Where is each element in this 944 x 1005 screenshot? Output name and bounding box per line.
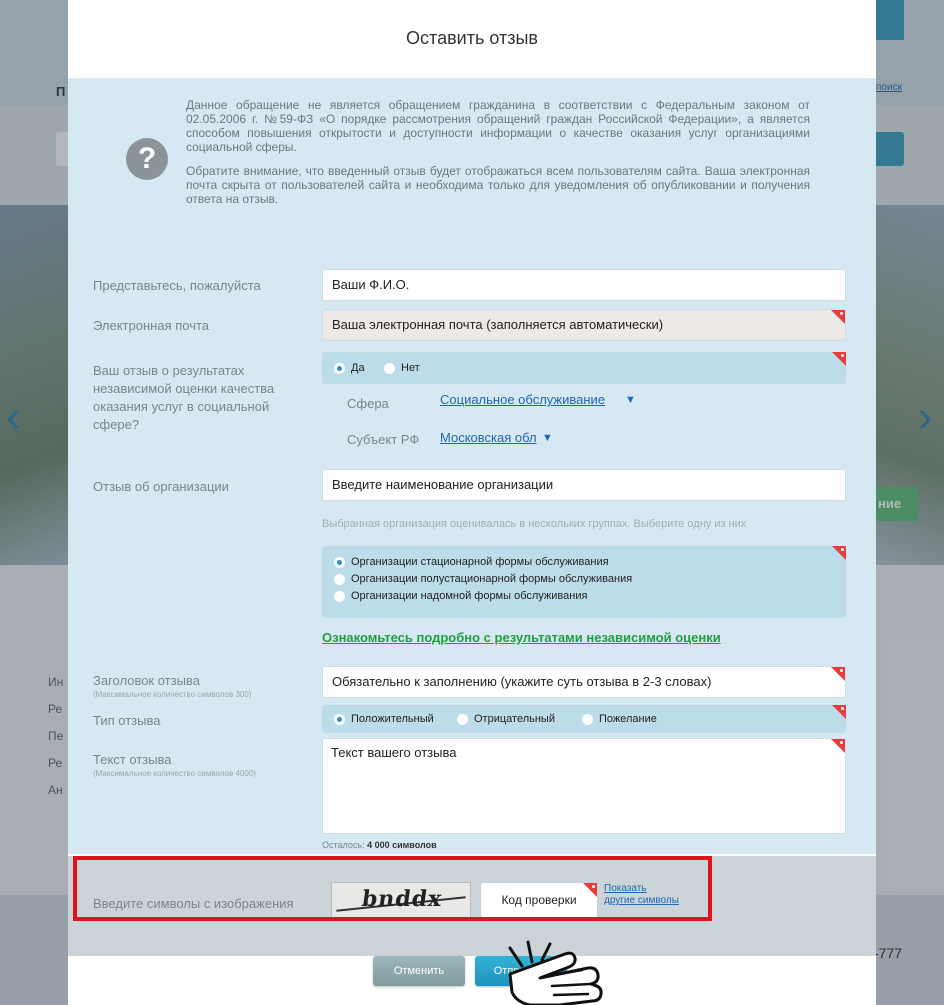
review-textarea[interactable]: Текст вашего отзыва — [322, 738, 846, 834]
radio-dot[interactable] — [334, 556, 345, 568]
type-positive[interactable]: Положительный — [334, 713, 434, 725]
group-option-label: Организации стационарной формы обслужива… — [351, 556, 609, 568]
radio-dot[interactable] — [334, 713, 345, 725]
radio-yes-label: Да — [351, 362, 365, 374]
notice-text: Данное обращение не является обращением … — [186, 98, 810, 216]
type-negative-label: Отрицательный — [474, 713, 555, 725]
question-icon: ? — [126, 138, 168, 180]
group-option-label: Организации полустационарной формы обслу… — [351, 573, 633, 585]
groups-hint: Выбранная организация оценивалась в неск… — [322, 518, 747, 530]
text-label: Текст отзыва (Максимальное количество си… — [93, 751, 256, 778]
radio-no-dot[interactable] — [384, 362, 395, 374]
subject-input[interactable]: Обязательно к заполнению (укажите суть о… — [322, 666, 846, 698]
group-option[interactable]: Организации полустационарной формы обслу… — [334, 573, 632, 585]
type-suggestion[interactable]: Пожелание — [582, 713, 657, 725]
chevron-down-icon[interactable]: ▼ — [625, 394, 636, 406]
modal-title: Оставить отзыв — [406, 28, 538, 48]
radio-no[interactable]: Нет — [384, 362, 420, 374]
notice-paragraph: Обратите внимание, что введенный отзыв б… — [186, 164, 810, 206]
required-marker-icon — [831, 667, 845, 681]
required-marker-icon — [832, 352, 846, 366]
required-marker-icon — [831, 739, 845, 753]
type-negative[interactable]: Отрицательный — [457, 713, 555, 725]
text-label-text: Текст отзыва — [93, 752, 172, 767]
subject-label-text: Заголовок отзыва — [93, 673, 200, 688]
group-option[interactable]: Организации надомной формы обслуживания — [334, 590, 587, 602]
sphere-label: Сфера — [347, 396, 389, 411]
radio-yes-dot[interactable] — [334, 362, 345, 374]
yes-no-panel: Да Нет — [322, 352, 846, 384]
name-label: Представьтесь, пожалуйста — [93, 278, 261, 293]
chars-remaining: Осталось: 4 000 символов — [322, 840, 437, 850]
subject-label: Заголовок отзыва (Максимальное количеств… — [93, 672, 251, 699]
email-label: Электронная почта — [93, 318, 210, 333]
feedback-modal: Оставить отзыв ? Данное обращение не явл… — [68, 0, 876, 1005]
radio-dot[interactable] — [334, 573, 345, 585]
required-marker-icon — [832, 705, 846, 719]
hand-pointer-icon — [508, 940, 603, 1005]
highlight-frame — [73, 856, 712, 921]
cancel-button[interactable]: Отменить — [373, 956, 465, 986]
name-input[interactable]: Ваши Ф.И.О. — [322, 269, 846, 301]
chevron-down-icon[interactable]: ▼ — [542, 432, 553, 444]
radio-no-label: Нет — [401, 362, 420, 374]
group-option-label: Организации надомной формы обслуживания — [351, 590, 588, 602]
chars-remaining-prefix: Осталось: — [322, 840, 365, 850]
radio-dot[interactable] — [334, 590, 345, 602]
results-link[interactable]: Ознакомьтесь подробно с результатами нез… — [322, 630, 721, 645]
required-marker-icon — [832, 546, 846, 560]
email-value: Ваша электронная почта (заполняется авто… — [332, 317, 664, 332]
independent-label: Ваш отзыв о результатах независимой оцен… — [93, 363, 275, 432]
type-positive-label: Положительный — [351, 713, 434, 725]
org-input[interactable]: Введите наименование организации — [322, 469, 846, 501]
feedback-form: Представьтесь, пожалуйста Ваши Ф.И.О. Эл… — [68, 244, 876, 854]
email-input: Ваша электронная почта (заполняется авто… — [322, 309, 846, 341]
chars-remaining-value: 4 000 символов — [367, 840, 437, 850]
radio-dot[interactable] — [582, 713, 593, 725]
review-text-value: Текст вашего отзыва — [331, 745, 457, 760]
type-panel: Положительный Отрицательный Пожелание — [322, 705, 846, 733]
radio-yes[interactable]: Да — [334, 362, 365, 374]
org-label: Отзыв об организации — [93, 479, 229, 494]
text-limit-note: (Максимальное количество символов 4000) — [93, 769, 256, 778]
subject-limit-note: (Максимальное количество символов 300) — [93, 690, 252, 699]
sphere-dropdown[interactable]: Социальное обслуживание — [440, 392, 605, 407]
type-label: Тип отзыва — [93, 713, 161, 728]
required-marker-icon — [831, 310, 845, 324]
group-option[interactable]: Организации стационарной формы обслужива… — [334, 556, 609, 568]
type-suggestion-label: Пожелание — [599, 713, 657, 725]
region-dropdown[interactable]: Московская обл — [440, 430, 537, 445]
subject-value: Обязательно к заполнению (укажите суть о… — [332, 674, 712, 689]
groups-panel: Организации стационарной формы обслужива… — [322, 546, 846, 618]
notice-box: ? Данное обращение не является обращение… — [68, 78, 876, 244]
radio-dot[interactable] — [457, 713, 468, 725]
notice-paragraph: Данное обращение не является обращением … — [186, 98, 810, 154]
region-label: Субъект РФ — [347, 432, 420, 447]
